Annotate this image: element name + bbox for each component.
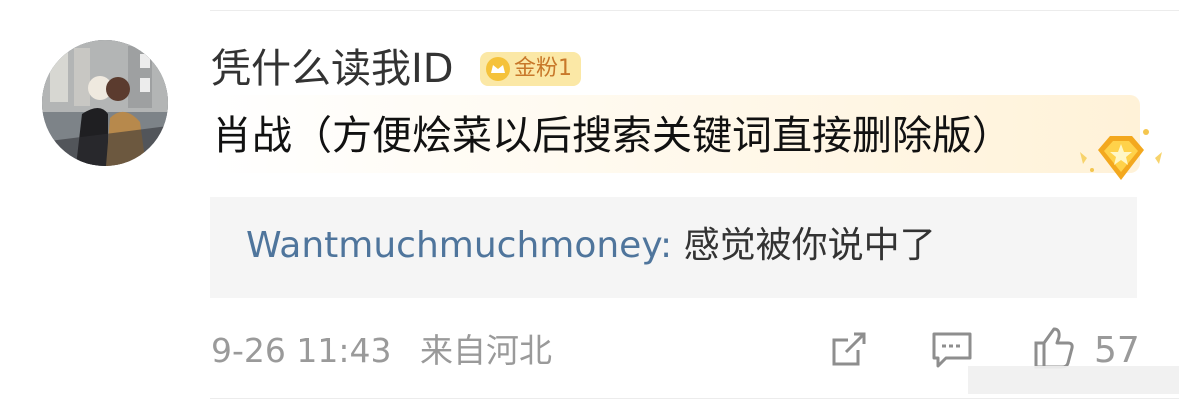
reply-preview[interactable]: Wantmuchmuchmoney: 感觉被你说中了	[210, 197, 1137, 298]
reply-username[interactable]: Wantmuchmuchmoney:	[246, 225, 672, 266]
fan-badge-label: 金粉1	[514, 56, 572, 81]
weibo-comment-card: 凭什么读我ID 金粉1 肖战（方便烩菜以后搜索关键词直接删除版） Wantmuc…	[0, 0, 1179, 403]
crown-icon	[486, 57, 510, 81]
like-icon[interactable]	[1028, 323, 1076, 371]
location: 来自河北	[420, 331, 552, 370]
timestamp: 9-26 11:43	[211, 331, 392, 370]
bottom-divider	[210, 398, 1179, 399]
gold-medal-icon	[1080, 129, 1162, 180]
watermark-overlay	[968, 366, 1179, 394]
comment-meta: 9-26 11:43 来自河北	[211, 327, 552, 375]
comment-icon[interactable]	[930, 330, 974, 370]
avatar-image	[42, 40, 168, 166]
comment-text: 肖战（方便烩菜以后搜索关键词直接删除版）	[212, 113, 1012, 159]
top-divider	[210, 10, 1179, 11]
share-icon[interactable]	[828, 330, 868, 370]
reply-line: Wantmuchmuchmoney: 感觉被你说中了	[246, 219, 936, 273]
username[interactable]: 凭什么读我ID	[211, 44, 454, 94]
fan-badge[interactable]: 金粉1	[480, 52, 581, 86]
reply-text: 感觉被你说中了	[683, 225, 936, 266]
avatar[interactable]	[42, 40, 168, 166]
